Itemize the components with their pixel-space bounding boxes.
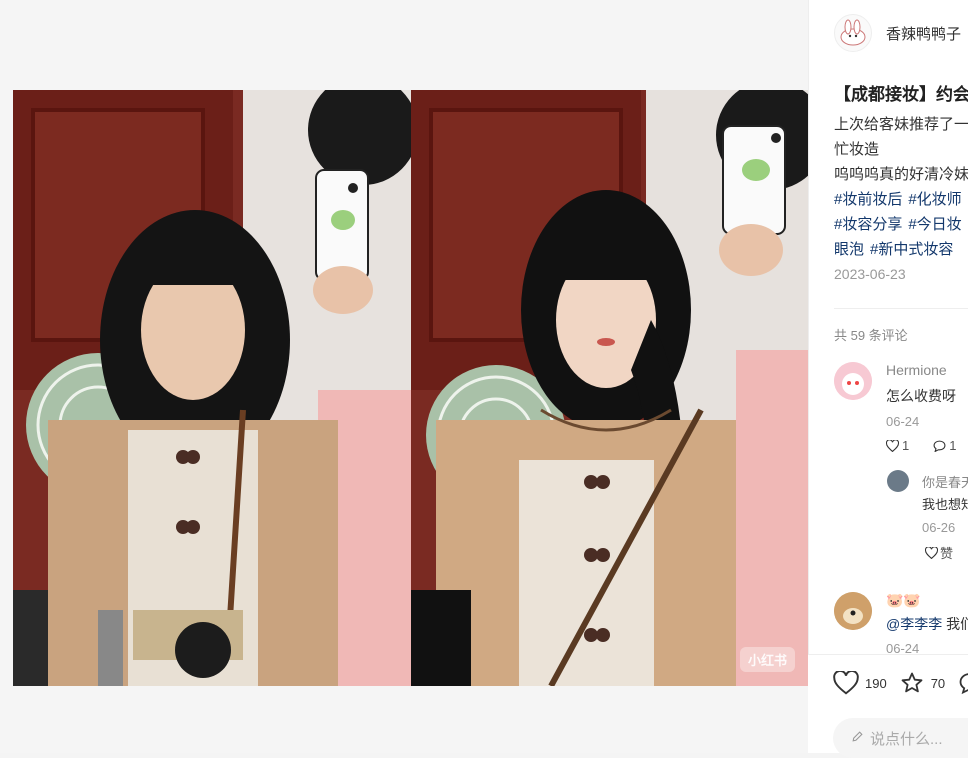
note-body: 上次给客妹推荐了一 忙妆造 呜呜呜真的好清冷妹 #妆前妆后 #化妆师 #妆容分享 #… — [834, 112, 968, 262]
hashtag-link[interactable]: #妆前妆后 — [834, 191, 902, 208]
author-info[interactable]: 香辣鸭鸭子 — [834, 14, 961, 52]
star-icon — [901, 672, 923, 693]
commenter-name[interactable]: Hermione — [886, 362, 947, 378]
comment-input[interactable]: 说点什么... — [833, 718, 968, 758]
note-title: 【成都接妆】约会 — [834, 85, 968, 104]
engagement-row: 190 70 — [833, 671, 968, 695]
reply-item: 你是春天 我也想知 06-26 赞 — [887, 470, 968, 565]
comment-reply-button[interactable]: 1 — [933, 438, 968, 453]
hashtag-link[interactable]: #新中式妆容 — [870, 241, 953, 258]
post-image[interactable]: 小红书 — [13, 90, 808, 686]
reply-like-button[interactable]: 赞 — [925, 543, 965, 562]
reply-text: 我也想知 — [922, 497, 968, 512]
commenter-avatar[interactable] — [834, 592, 872, 630]
comment-text: @李李李 我们 — [886, 614, 968, 634]
collect-button[interactable]: 70 — [899, 671, 945, 695]
mention-link[interactable]: @李李李 — [886, 616, 942, 632]
tag-row: #妆前妆后 #化妆师 — [834, 187, 968, 212]
dog-avatar-icon — [834, 592, 872, 630]
commenter-name[interactable]: 🐷🐷 — [886, 592, 921, 609]
collect-count: 70 — [930, 675, 946, 691]
reply-date: 06-26 — [922, 520, 956, 535]
bunny-avatar-icon — [840, 19, 866, 46]
like-count: 190 — [865, 675, 887, 691]
reply-like-label: 赞 — [940, 546, 954, 561]
interaction-bar: 190 70 说点什么... — [808, 654, 968, 758]
body-line: 上次给客妹推荐了一 — [834, 116, 968, 133]
xiaohongshu-watermark: 小红书 — [739, 647, 795, 672]
tag-row: #妆容分享 #今日妆 — [834, 212, 968, 237]
tag-row: 眼泡 #新中式妆容 — [834, 237, 968, 262]
image-viewer: 小红书 — [0, 0, 808, 753]
reply-actions: 赞 — [925, 543, 968, 562]
photo-before — [13, 90, 411, 686]
comment-text-content: 我们 — [946, 616, 968, 632]
comment-item: Hermione 怎么收费呀 06-24 1 1 — [834, 360, 968, 460]
comment-like-count: 1 — [902, 438, 910, 453]
replier-avatar[interactable] — [887, 470, 909, 492]
comment-reply-count: 1 — [949, 438, 957, 453]
author-name[interactable]: 香辣鸭鸭子 — [886, 23, 961, 44]
like-button[interactable]: 190 — [833, 671, 887, 695]
hashtag-link[interactable]: #妆容分享 — [834, 216, 902, 233]
replier-name[interactable]: 你是春天 — [922, 472, 968, 491]
hashtag-link[interactable]: #今日妆 — [908, 216, 961, 233]
anime-avatar-icon — [834, 362, 872, 400]
body-line: 呜呜呜真的好清冷妹 — [834, 166, 968, 183]
photo-after: 小红书 — [411, 90, 808, 686]
post-date: 2023-06-23 — [834, 266, 906, 282]
comment-count: 共 59 条评论 — [834, 328, 908, 343]
commenter-avatar[interactable] — [834, 362, 872, 400]
heart-icon — [886, 439, 899, 452]
comment-bubble-icon — [959, 673, 968, 695]
comment-item: 🐷🐷 @李李李 我们 06-24 — [834, 590, 968, 656]
comment-input-placeholder: 说点什么... — [870, 730, 943, 748]
author-avatar[interactable] — [834, 14, 872, 52]
comment-actions: 1 1 — [886, 438, 968, 453]
hashtag-link[interactable]: #化妆师 — [908, 191, 961, 208]
heart-icon — [833, 671, 859, 695]
body-line: 忙妆造 — [834, 141, 880, 158]
pen-icon — [851, 730, 864, 747]
heart-icon — [925, 546, 938, 559]
comment-button[interactable] — [957, 671, 968, 695]
comment-date: 06-24 — [886, 414, 920, 429]
comment-like-button[interactable]: 1 — [886, 438, 921, 453]
photo-before-illustration — [13, 90, 411, 686]
reply-bubble-icon — [933, 440, 946, 452]
photo-after-illustration — [411, 90, 808, 686]
note-detail-panel: 香辣鸭鸭子 【成都接妆】约会 上次给客妹推荐了一 忙妆造 呜呜呜真的好清冷妹 #… — [808, 0, 968, 753]
hashtag-link[interactable]: 眼泡 — [834, 241, 864, 258]
divider — [834, 308, 968, 309]
comment-text: 怎么收费呀 — [886, 388, 956, 404]
